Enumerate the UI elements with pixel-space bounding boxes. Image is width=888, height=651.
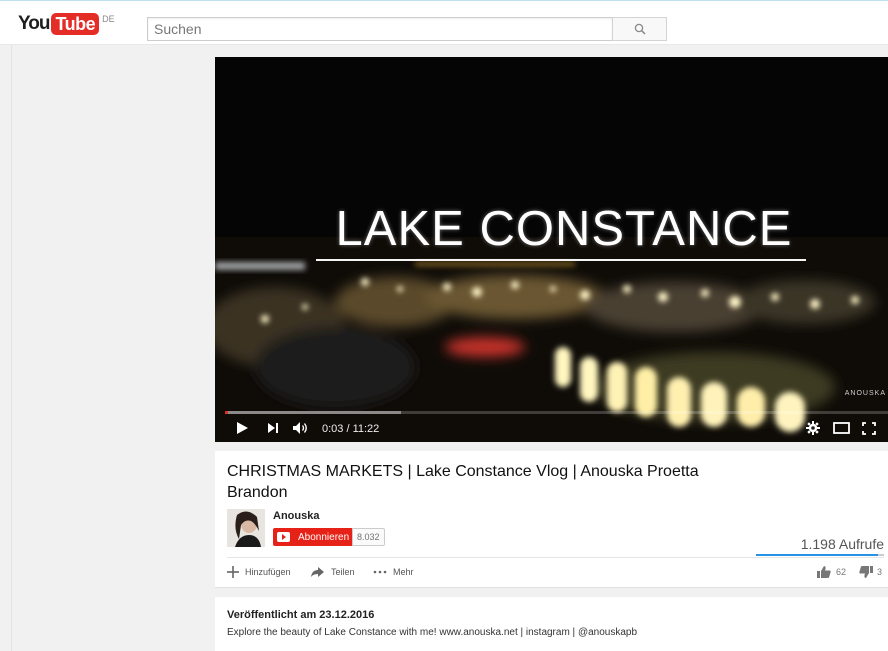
share-button[interactable]: Teilen	[310, 565, 355, 579]
volume-icon	[293, 422, 307, 434]
subscribe-button[interactable]: Abonnieren	[273, 528, 355, 546]
channel-avatar[interactable]	[227, 509, 265, 547]
channel-name[interactable]: Anouska	[273, 510, 319, 522]
more-label: Mehr	[393, 567, 414, 577]
more-button[interactable]: Mehr	[373, 565, 414, 579]
dislike-icon	[859, 566, 873, 578]
more-icon	[373, 570, 387, 574]
like-ratio-fill	[756, 554, 879, 556]
search-input[interactable]	[148, 18, 612, 40]
description-card: Veröffentlicht am 23.12.2016 Explore the…	[215, 597, 888, 651]
guide-edge	[11, 45, 12, 651]
theater-icon	[833, 422, 850, 434]
subscriber-count: 8.032	[352, 528, 385, 546]
video-title-overlay: LAKE CONSTANCE	[335, 202, 793, 256]
masthead: You Tube DE	[0, 0, 888, 45]
logo-tube-text: Tube	[51, 13, 100, 35]
video-title-underline	[316, 259, 806, 261]
publish-date: Veröffentlicht am 23.12.2016	[227, 609, 375, 621]
dislike-button[interactable]: 3	[859, 565, 882, 579]
add-to-label: Hinzufügen	[245, 567, 291, 577]
play-button[interactable]	[235, 418, 249, 438]
youtube-logo[interactable]: You Tube DE	[18, 13, 115, 35]
add-icon	[227, 566, 239, 578]
avatar-image	[227, 509, 265, 547]
youtube-play-icon	[277, 532, 290, 542]
add-to-button[interactable]: Hinzufügen	[227, 565, 291, 579]
player-controls: 0:03 / 11:22	[215, 414, 888, 442]
search-icon	[634, 23, 646, 35]
search-button[interactable]	[612, 17, 667, 41]
info-divider	[227, 557, 884, 558]
like-ratio-bar	[756, 554, 884, 556]
fullscreen-icon	[862, 421, 876, 435]
like-button[interactable]: 62	[817, 565, 846, 579]
search-box	[147, 17, 613, 41]
view-count: 1.198 Aufrufe	[800, 536, 884, 552]
share-icon	[311, 567, 324, 577]
settings-icon	[806, 421, 820, 435]
next-icon	[268, 423, 278, 433]
logo-country-code: DE	[102, 14, 115, 24]
share-label: Teilen	[331, 567, 355, 577]
top-accent-line	[0, 0, 888, 1]
logo-you-text: You	[18, 13, 51, 34]
volume-button[interactable]	[292, 418, 310, 438]
video-watermark: ANOUSKA	[844, 390, 886, 397]
video-player[interactable]: LAKE CONSTANCE ANOUSKA 0:03 / 11:22	[215, 57, 888, 442]
settings-button[interactable]	[806, 418, 820, 438]
time-display: 0:03 / 11:22	[322, 423, 380, 435]
theater-mode-button[interactable]	[833, 418, 850, 438]
like-count: 62	[836, 567, 847, 577]
play-icon	[237, 422, 248, 434]
next-button[interactable]	[267, 418, 279, 438]
like-icon	[817, 566, 831, 578]
dislike-count: 3	[877, 567, 883, 577]
subscribe-label: Abonnieren	[298, 531, 350, 543]
description-text: Explore the beauty of Lake Constance wit…	[227, 627, 638, 638]
video-title: CHRISTMAS MARKETS | Lake Constance Vlog …	[227, 463, 699, 501]
video-info-card: CHRISTMAS MARKETS | Lake Constance Vlog …	[215, 451, 888, 588]
fullscreen-button[interactable]	[862, 418, 876, 438]
